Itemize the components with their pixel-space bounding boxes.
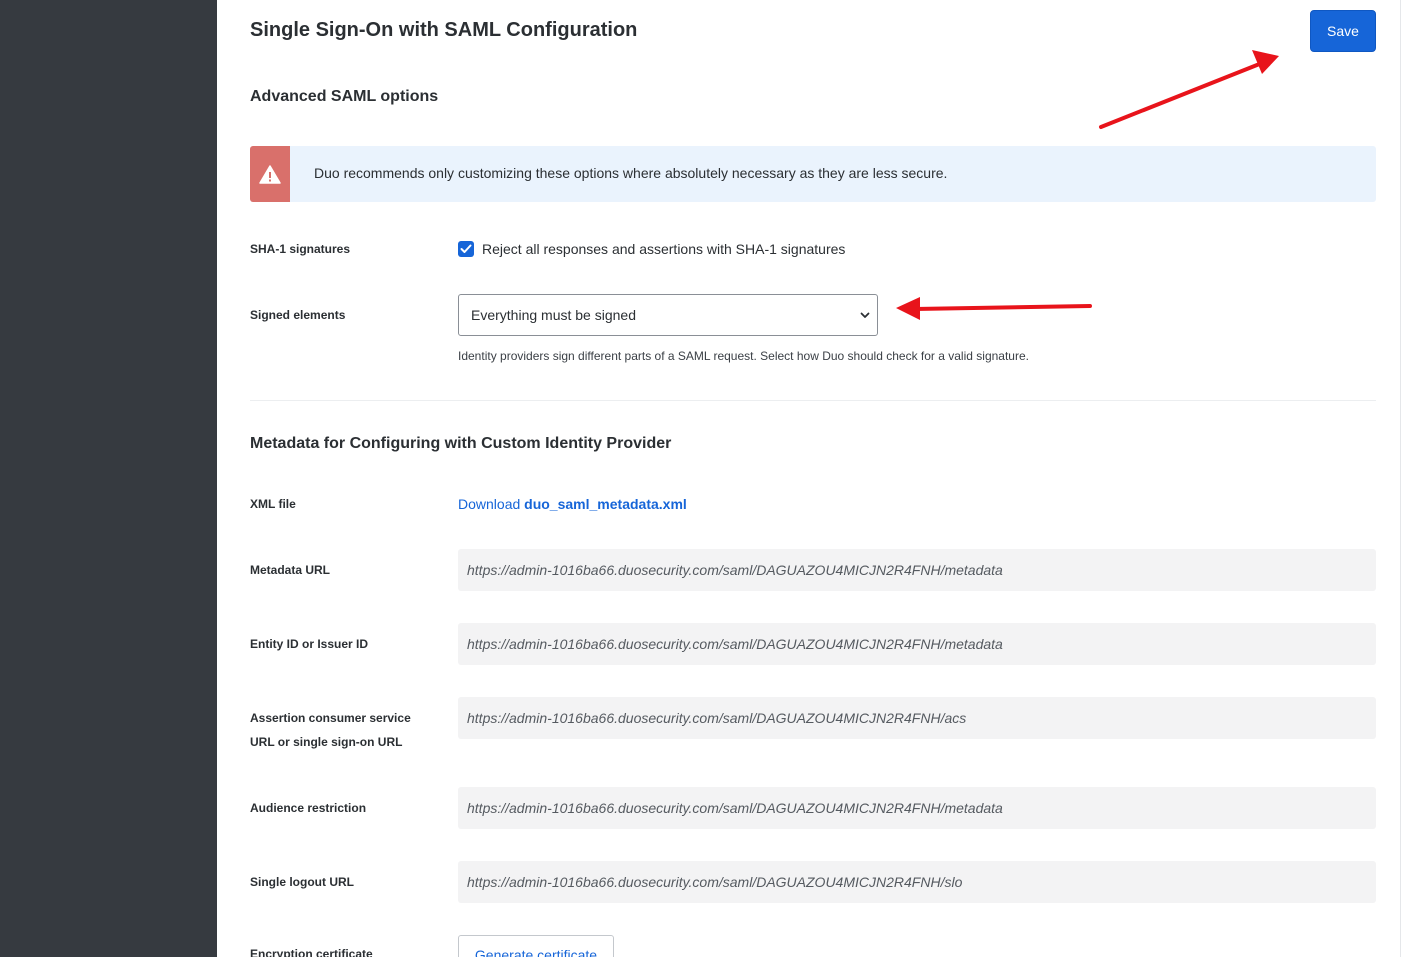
main-content: Single Sign-On with SAML Configuration S… xyxy=(217,0,1400,957)
audience-restriction-value: https://admin-1016ba66.duosecurity.com/s… xyxy=(467,800,1003,816)
right-border xyxy=(1400,0,1401,957)
sidebar xyxy=(0,0,217,957)
encryption-certificate-label: Encryption certificate xyxy=(250,947,373,957)
save-button[interactable]: Save xyxy=(1310,10,1376,52)
warning-icon xyxy=(259,164,281,184)
signed-elements-help-text: Identity providers sign different parts … xyxy=(458,349,1029,363)
acs-url-label-line2: URL or single sign-on URL xyxy=(250,735,403,749)
acs-url-field[interactable]: https://admin-1016ba66.duosecurity.com/s… xyxy=(458,697,1376,739)
single-logout-url-field[interactable]: https://admin-1016ba66.duosecurity.com/s… xyxy=(458,861,1376,903)
download-link-prefix: Download xyxy=(458,496,521,512)
xml-file-label: XML file xyxy=(250,497,296,511)
signed-elements-selected-value: Everything must be signed xyxy=(471,307,636,323)
signed-elements-label: Signed elements xyxy=(250,308,346,322)
alert-icon-box xyxy=(250,146,290,202)
security-warning-alert: Duo recommends only customizing these op… xyxy=(250,146,1376,202)
audience-restriction-label: Audience restriction xyxy=(250,801,367,815)
section-divider xyxy=(250,400,1376,401)
acs-url-label-line1: Assertion consumer service xyxy=(250,711,411,725)
checkmark-icon xyxy=(460,244,472,253)
metadata-url-value: https://admin-1016ba66.duosecurity.com/s… xyxy=(467,562,1003,578)
single-logout-url-value: https://admin-1016ba66.duosecurity.com/s… xyxy=(467,874,963,890)
page-title: Single Sign-On with SAML Configuration xyxy=(250,19,638,41)
advanced-saml-options-heading: Advanced SAML options xyxy=(250,88,439,105)
acs-url-value: https://admin-1016ba66.duosecurity.com/s… xyxy=(467,710,967,726)
metadata-heading: Metadata for Configuring with Custom Ide… xyxy=(250,435,672,452)
download-link-filename: duo_saml_metadata.xml xyxy=(524,496,687,512)
alert-message: Duo recommends only customizing these op… xyxy=(314,165,948,181)
generate-certificate-button[interactable]: Generate certificate xyxy=(458,935,614,957)
sha1-signatures-label: SHA-1 signatures xyxy=(250,242,351,256)
reject-sha1-checkbox-label[interactable]: Reject all responses and assertions with… xyxy=(482,241,845,257)
entity-id-field[interactable]: https://admin-1016ba66.duosecurity.com/s… xyxy=(458,623,1376,665)
chevron-down-icon xyxy=(860,312,870,318)
signed-elements-select[interactable]: Everything must be signed xyxy=(458,294,878,336)
entity-id-label: Entity ID or Issuer ID xyxy=(250,637,369,651)
entity-id-value: https://admin-1016ba66.duosecurity.com/s… xyxy=(467,636,1003,652)
metadata-url-field[interactable]: https://admin-1016ba66.duosecurity.com/s… xyxy=(458,549,1376,591)
reject-sha1-checkbox[interactable] xyxy=(458,241,474,257)
audience-restriction-field[interactable]: https://admin-1016ba66.duosecurity.com/s… xyxy=(458,787,1376,829)
metadata-url-label: Metadata URL xyxy=(250,563,331,577)
download-metadata-link[interactable]: Download duo_saml_metadata.xml xyxy=(458,496,687,512)
single-logout-url-label: Single logout URL xyxy=(250,875,354,889)
